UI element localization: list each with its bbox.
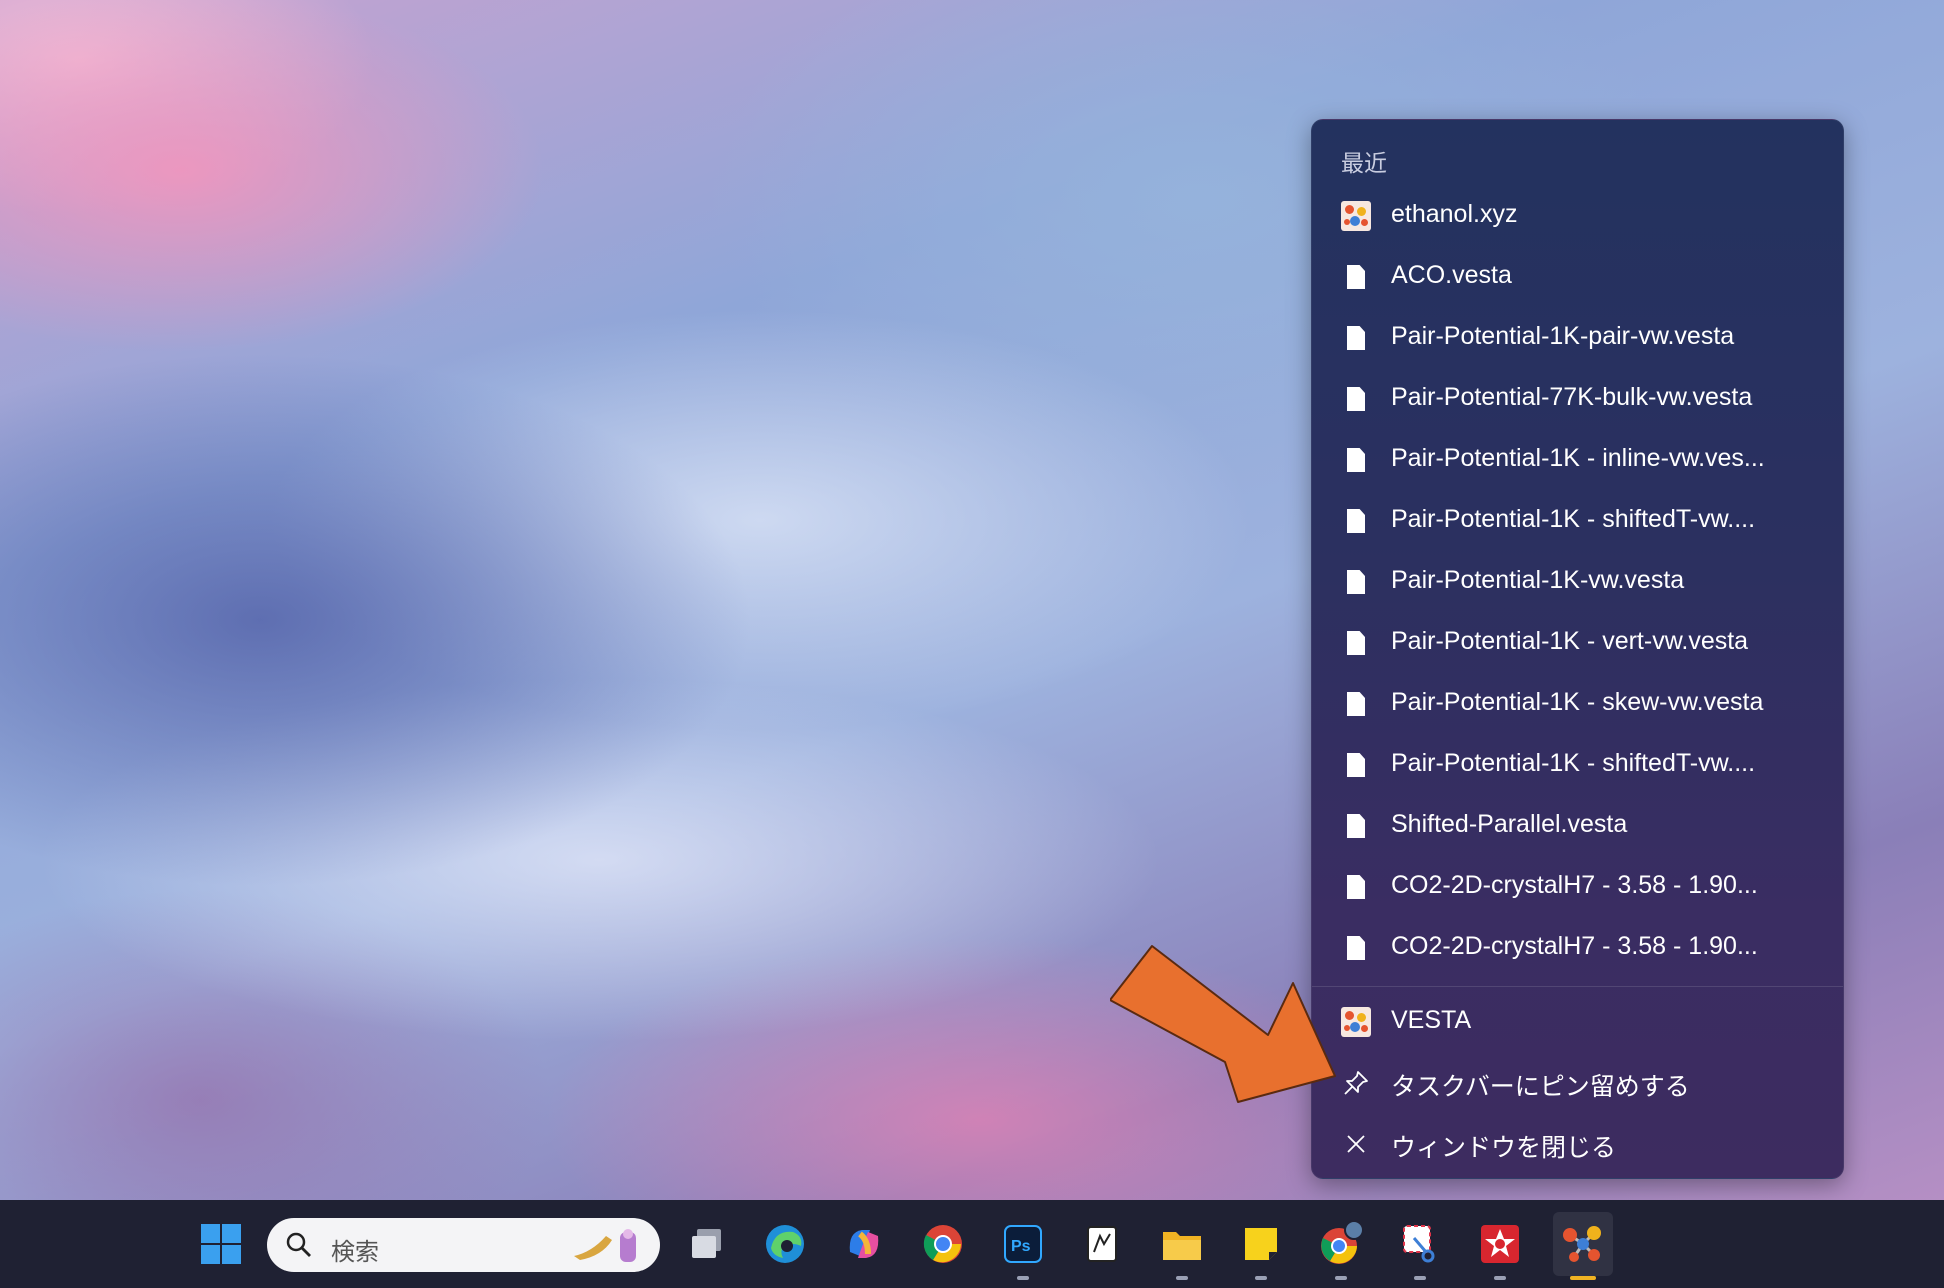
recent-item[interactable]: Pair-Potential-1K - inline-vw.ves... — [1312, 430, 1843, 491]
sticky-notes-button[interactable] — [1235, 1218, 1287, 1270]
recent-item-label: ethanol.xyz — [1391, 200, 1518, 228]
chrome-profile-button[interactable] — [1315, 1218, 1367, 1270]
recent-item-label: Pair-Potential-1K - inline-vw.ves... — [1391, 444, 1765, 472]
file-icon — [1341, 872, 1371, 902]
photoshop-icon: Ps — [1004, 1225, 1042, 1263]
photoshop-button[interactable]: Ps — [997, 1218, 1049, 1270]
file-icon — [1341, 323, 1371, 353]
task-view-icon — [692, 1229, 721, 1258]
edge-button[interactable] — [759, 1218, 811, 1270]
running-indicator — [1414, 1276, 1426, 1280]
recent-item[interactable]: Pair-Potential-1K-vw.vesta — [1312, 552, 1843, 613]
vesta-app-icon — [1341, 1007, 1371, 1037]
vesta-app-icon — [1563, 1226, 1601, 1262]
app-name-label: VESTA — [1391, 1006, 1472, 1034]
folder-icon — [1163, 1232, 1201, 1260]
running-indicator — [1176, 1276, 1188, 1280]
recent-item[interactable]: CO2-2D-crystalH7 - 3.58 - 1.90... — [1312, 857, 1843, 918]
snipping-tool-icon — [1403, 1225, 1435, 1263]
menu-divider — [1312, 986, 1843, 987]
snipping-tool-button[interactable] — [1394, 1218, 1446, 1270]
pin-icon — [1341, 1068, 1371, 1098]
file-icon — [1341, 262, 1371, 292]
vesta-app-icon — [1341, 201, 1371, 231]
recent-item-label: Pair-Potential-1K-vw.vesta — [1391, 566, 1685, 594]
recent-item-label: ACO.vesta — [1391, 261, 1512, 289]
annotation-arrow — [1110, 945, 1336, 1103]
file-explorer-button[interactable] — [1156, 1218, 1208, 1270]
recent-item[interactable]: Pair-Potential-1K - skew-vw.vesta — [1312, 674, 1843, 735]
pin-to-taskbar-item[interactable]: タスクバーにピン留めする — [1312, 1053, 1843, 1114]
close-icon — [1341, 1129, 1371, 1159]
search-highlight-icon — [574, 1229, 636, 1262]
file-icon — [1341, 811, 1371, 841]
recent-item[interactable]: Pair-Potential-1K-pair-vw.vesta — [1312, 308, 1843, 369]
taskbar-search[interactable]: 検索 — [267, 1218, 660, 1272]
running-indicator — [1017, 1276, 1029, 1280]
active-indicator — [1570, 1276, 1596, 1280]
sticky-note-icon — [1245, 1228, 1277, 1260]
recent-item-label: Pair-Potential-1K - vert-vw.vesta — [1391, 627, 1749, 655]
recent-item[interactable]: Shifted-Parallel.vesta — [1312, 796, 1843, 857]
file-icon — [1341, 750, 1371, 780]
close-label: ウィンドウを閉じる — [1391, 1134, 1617, 1162]
edge-icon — [766, 1225, 804, 1263]
start-button[interactable] — [195, 1218, 247, 1270]
recent-item-label: Pair-Potential-1K - shiftedT-vw.... — [1391, 749, 1756, 777]
recent-item-label: Pair-Potential-77K-bulk-vw.vesta — [1391, 383, 1753, 411]
recent-item-label: Pair-Potential-1K-pair-vw.vesta — [1391, 322, 1735, 350]
running-indicator — [1255, 1276, 1267, 1280]
file-icon — [1341, 384, 1371, 414]
document-viewer-button[interactable] — [1076, 1218, 1128, 1270]
svg-text:Ps: Ps — [1011, 1238, 1031, 1255]
task-view-button[interactable] — [681, 1218, 733, 1270]
red-app-button[interactable] — [1474, 1218, 1526, 1270]
recent-heading: 最近 — [1341, 150, 1387, 176]
document-icon — [1087, 1226, 1117, 1262]
recent-item-label: Pair-Potential-1K - shiftedT-vw.... — [1391, 505, 1756, 533]
chrome-button[interactable] — [917, 1218, 969, 1270]
recent-item-label: Shifted-Parallel.vesta — [1391, 810, 1628, 838]
file-icon — [1341, 445, 1371, 475]
windows-logo-icon — [201, 1224, 241, 1264]
file-icon — [1341, 567, 1371, 597]
file-icon — [1341, 506, 1371, 536]
close-window-item[interactable]: ウィンドウを閉じる — [1312, 1114, 1843, 1175]
recent-item[interactable]: Pair-Potential-1K - vert-vw.vesta — [1312, 613, 1843, 674]
recent-item[interactable]: CO2-2D-crystalH7 - 3.58 - 1.90... — [1312, 918, 1843, 979]
running-indicator — [1335, 1276, 1347, 1280]
open-vesta-item[interactable]: VESTA — [1312, 992, 1843, 1053]
recent-item[interactable]: Pair-Potential-1K - shiftedT-vw.... — [1312, 735, 1843, 796]
search-placeholder: 検索 — [331, 1239, 379, 1266]
copilot-button[interactable] — [838, 1218, 890, 1270]
chrome-icon — [923, 1225, 962, 1263]
recent-item[interactable]: Pair-Potential-1K - shiftedT-vw.... — [1312, 491, 1843, 552]
recent-item[interactable]: Pair-Potential-77K-bulk-vw.vesta — [1312, 369, 1843, 430]
file-icon — [1341, 933, 1371, 963]
recent-item[interactable]: ACO.vesta — [1312, 247, 1843, 308]
recent-item-label: CO2-2D-crystalH7 - 3.58 - 1.90... — [1391, 871, 1758, 899]
chrome-profile-icon — [1321, 1220, 1364, 1264]
copilot-icon — [849, 1230, 879, 1258]
recent-item-label: Pair-Potential-1K - skew-vw.vesta — [1391, 688, 1764, 716]
pin-label: タスクバーにピン留めする — [1391, 1073, 1690, 1101]
search-icon — [286, 1232, 311, 1257]
vesta-taskbar-button[interactable] — [1553, 1212, 1613, 1276]
red-app-icon — [1481, 1225, 1519, 1263]
file-icon — [1341, 628, 1371, 658]
recent-item-label: CO2-2D-crystalH7 - 3.58 - 1.90... — [1391, 932, 1758, 960]
running-indicator — [1494, 1276, 1506, 1280]
file-icon — [1341, 689, 1371, 719]
recent-item[interactable]: ethanol.xyz — [1312, 186, 1843, 247]
jump-list-menu: 最近 ethanol.xyz ACO.vesta Pair-Potential-… — [1311, 119, 1844, 1179]
